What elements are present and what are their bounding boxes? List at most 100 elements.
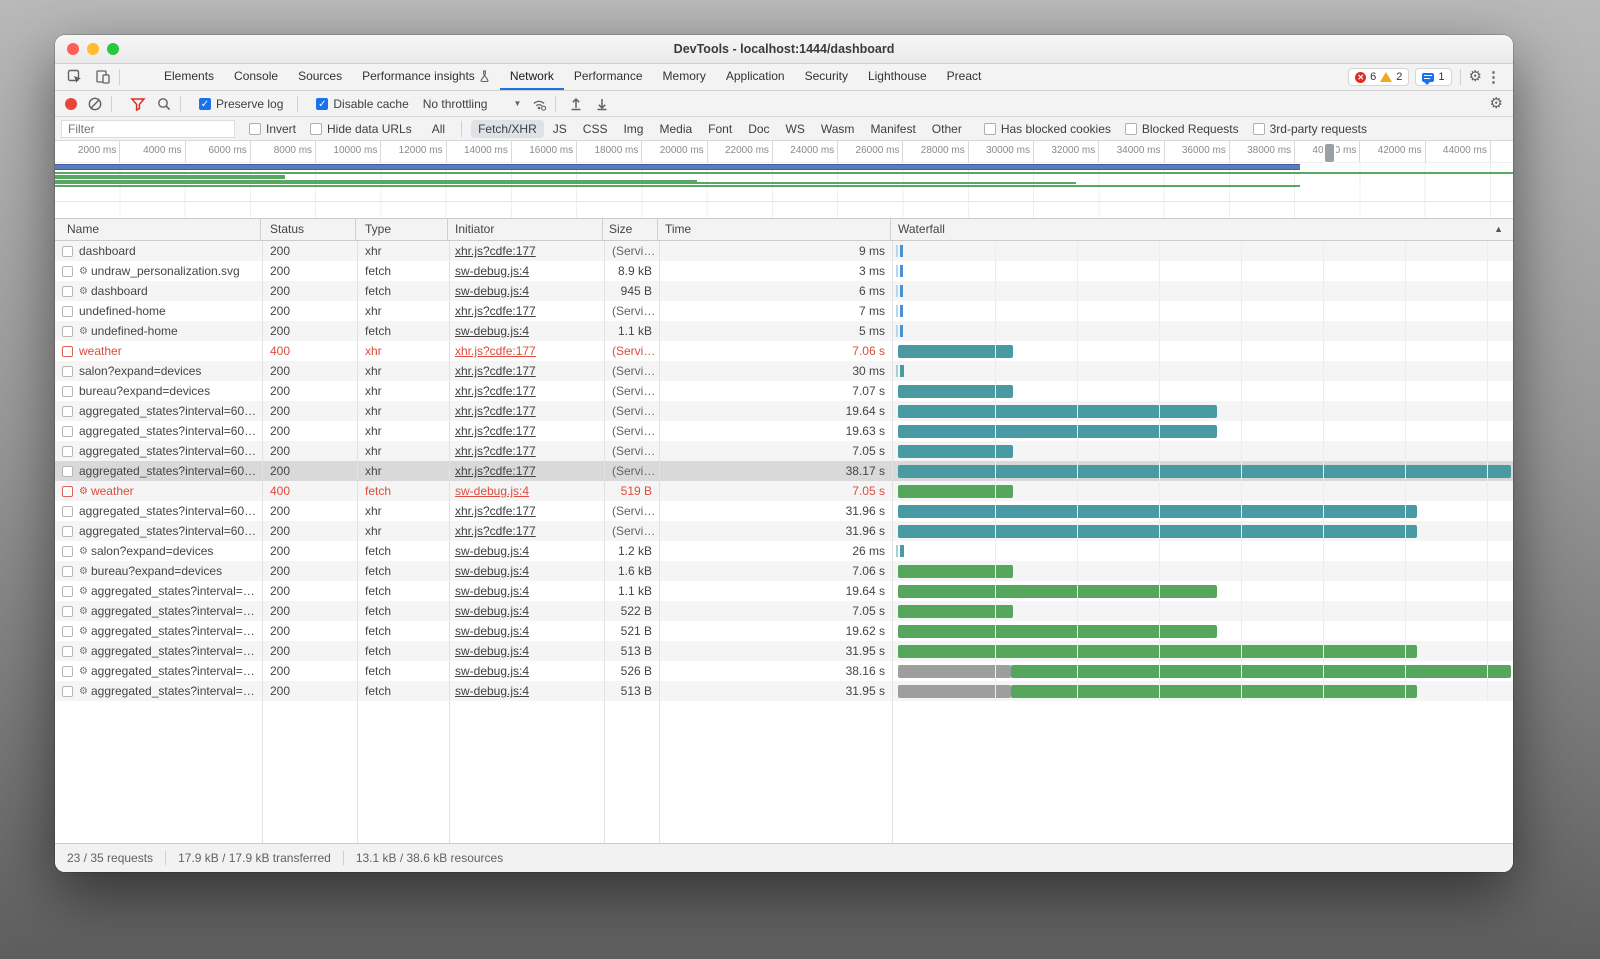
name-cell[interactable]: weather (55, 341, 261, 361)
filter-input[interactable] (61, 120, 235, 138)
filter-pill-img[interactable]: Img (616, 120, 650, 138)
filter-toggle-button[interactable] (130, 96, 146, 112)
name-cell[interactable]: ⚙aggregated_states?interval=6… (55, 601, 261, 621)
network-conditions-icon[interactable] (531, 96, 547, 112)
zoom-button[interactable] (107, 43, 119, 55)
overview-drag-handle[interactable] (1323, 142, 1336, 164)
initiator-link[interactable]: xhr.js?cdfe:177 (455, 424, 536, 438)
hide-data-urls-checkbox[interactable]: Hide data URLs (310, 122, 412, 136)
name-cell[interactable]: ⚙aggregated_states?interval=6… (55, 681, 261, 701)
column-header-initiator[interactable]: Initiator (448, 219, 603, 240)
search-button[interactable] (156, 96, 172, 112)
record-button[interactable] (65, 98, 77, 110)
filter-pill-css[interactable]: CSS (576, 120, 615, 138)
initiator-link[interactable]: xhr.js?cdfe:177 (455, 464, 536, 478)
issues-badge[interactable]: 1 (1415, 68, 1451, 86)
column-header-name[interactable]: Name (55, 219, 261, 240)
filter-pill-other[interactable]: Other (925, 120, 969, 138)
tab-security[interactable]: Security (795, 64, 858, 90)
row-checkbox[interactable] (62, 586, 73, 597)
name-cell[interactable]: dashboard (55, 241, 261, 261)
name-cell[interactable]: salon?expand=devices (55, 361, 261, 381)
request-row[interactable]: ⚙undraw_personalization.svg200fetchsw-de… (55, 261, 1513, 281)
name-cell[interactable]: ⚙aggregated_states?interval=6… (55, 641, 261, 661)
column-header-status[interactable]: Status (261, 219, 356, 240)
row-checkbox[interactable] (62, 286, 73, 297)
initiator-link[interactable]: sw-debug.js:4 (455, 544, 529, 558)
inspect-element-icon[interactable] (67, 69, 83, 85)
name-cell[interactable]: ⚙undraw_personalization.svg (55, 261, 261, 281)
request-row[interactable]: ⚙salon?expand=devices200fetchsw-debug.js… (55, 541, 1513, 561)
row-checkbox[interactable] (62, 406, 73, 417)
initiator-link[interactable]: xhr.js?cdfe:177 (455, 304, 536, 318)
tab-application[interactable]: Application (716, 64, 795, 90)
initiator-link[interactable]: sw-debug.js:4 (455, 664, 529, 678)
column-header-time[interactable]: Time (658, 219, 891, 240)
tab-network[interactable]: Network (500, 64, 564, 90)
request-row[interactable]: salon?expand=devices200xhrxhr.js?cdfe:17… (55, 361, 1513, 381)
blocked-requests-checkbox[interactable]: Blocked Requests (1125, 122, 1239, 136)
initiator-link[interactable]: xhr.js?cdfe:177 (455, 444, 536, 458)
name-cell[interactable]: aggregated_states?interval=60&… (55, 421, 261, 441)
request-row[interactable]: weather400xhrxhr.js?cdfe:177(Servi…7.06 … (55, 341, 1513, 361)
filter-pill-all[interactable]: All (425, 120, 452, 138)
row-checkbox[interactable] (62, 646, 73, 657)
row-checkbox[interactable] (62, 626, 73, 637)
initiator-link[interactable]: xhr.js?cdfe:177 (455, 384, 536, 398)
device-toolbar-icon[interactable] (95, 69, 111, 85)
request-row[interactable]: aggregated_states?interval=60&…200xhrxhr… (55, 441, 1513, 461)
filter-pill-manifest[interactable]: Manifest (863, 120, 922, 138)
request-row[interactable]: undefined-home200xhrxhr.js?cdfe:177(Serv… (55, 301, 1513, 321)
errors-warnings-badge[interactable]: ✕ 6 2 (1348, 68, 1409, 86)
close-button[interactable] (67, 43, 79, 55)
name-cell[interactable]: aggregated_states?interval=60&… (55, 501, 261, 521)
name-cell[interactable]: aggregated_states?interval=60&… (55, 441, 261, 461)
disable-cache-checkbox[interactable]: ✓ Disable cache (316, 97, 408, 111)
tab-performance-insights[interactable]: Performance insights (352, 64, 500, 90)
initiator-link[interactable]: xhr.js?cdfe:177 (455, 244, 536, 258)
tab-performance[interactable]: Performance (564, 64, 653, 90)
initiator-link[interactable]: xhr.js?cdfe:177 (455, 404, 536, 418)
row-checkbox[interactable] (62, 266, 73, 277)
row-checkbox[interactable] (62, 246, 73, 257)
name-cell[interactable]: bureau?expand=devices (55, 381, 261, 401)
name-cell[interactable]: ⚙salon?expand=devices (55, 541, 261, 561)
initiator-link[interactable]: sw-debug.js:4 (455, 264, 529, 278)
name-cell[interactable]: ⚙weather (55, 481, 261, 501)
row-checkbox[interactable] (62, 566, 73, 577)
request-row[interactable]: aggregated_states?interval=60&…200xhrxhr… (55, 421, 1513, 441)
request-row[interactable]: aggregated_states?interval=60&…200xhrxhr… (55, 521, 1513, 541)
tab-console[interactable]: Console (224, 64, 288, 90)
row-checkbox[interactable] (62, 366, 73, 377)
row-checkbox[interactable] (62, 606, 73, 617)
request-row[interactable]: ⚙bureau?expand=devices200fetchsw-debug.j… (55, 561, 1513, 581)
request-row[interactable]: ⚙undefined-home200fetchsw-debug.js:41.1 … (55, 321, 1513, 341)
request-row[interactable]: dashboard200xhrxhr.js?cdfe:177(Servi…9 m… (55, 241, 1513, 261)
initiator-link[interactable]: sw-debug.js:4 (455, 564, 529, 578)
throttling-select[interactable]: No throttling ▼ (423, 97, 522, 111)
column-header-type[interactable]: Type (356, 219, 448, 240)
initiator-link[interactable]: sw-debug.js:4 (455, 684, 529, 698)
request-row[interactable]: ⚙aggregated_states?interval=6…200fetchsw… (55, 581, 1513, 601)
settings-gear-icon[interactable]: ⚙ (1469, 69, 1482, 85)
filter-pill-js[interactable]: JS (546, 120, 574, 138)
name-cell[interactable]: aggregated_states?interval=60&… (55, 521, 261, 541)
initiator-link[interactable]: xhr.js?cdfe:177 (455, 364, 536, 378)
initiator-link[interactable]: sw-debug.js:4 (455, 604, 529, 618)
row-checkbox[interactable] (62, 346, 73, 357)
request-row[interactable]: ⚙aggregated_states?interval=6…200fetchsw… (55, 621, 1513, 641)
initiator-link[interactable]: sw-debug.js:4 (455, 584, 529, 598)
request-row[interactable]: ⚙weather400fetchsw-debug.js:4519 B7.05 s (55, 481, 1513, 501)
import-har-icon[interactable] (568, 96, 584, 112)
initiator-link[interactable]: xhr.js?cdfe:177 (455, 344, 536, 358)
filter-pill-wasm[interactable]: Wasm (814, 120, 862, 138)
initiator-link[interactable]: sw-debug.js:4 (455, 644, 529, 658)
request-row[interactable]: ⚙aggregated_states?interval=6…200fetchsw… (55, 641, 1513, 661)
initiator-link[interactable]: sw-debug.js:4 (455, 324, 529, 338)
row-checkbox[interactable] (62, 506, 73, 517)
initiator-link[interactable]: sw-debug.js:4 (455, 484, 529, 498)
filter-pill-doc[interactable]: Doc (741, 120, 776, 138)
name-cell[interactable]: undefined-home (55, 301, 261, 321)
row-checkbox[interactable] (62, 326, 73, 337)
tab-lighthouse[interactable]: Lighthouse (858, 64, 937, 90)
